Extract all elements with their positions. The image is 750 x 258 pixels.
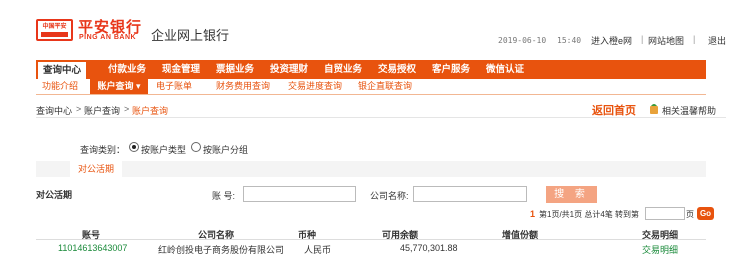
nav-free-trade[interactable]: 自贸业务: [324, 60, 362, 79]
nav-wechat-auth[interactable]: 微信认证: [486, 60, 524, 79]
nav-investment[interactable]: 投资理财: [270, 60, 308, 79]
radio-by-account-type[interactable]: [129, 142, 139, 152]
tab-corporate-current[interactable]: 对公活期: [70, 161, 122, 177]
subnav-account-query-label: 账户查询: [97, 81, 134, 91]
tab-bar: 对公活期: [36, 161, 706, 177]
search-button[interactable]: 搜 索: [546, 186, 597, 203]
subnav-progress-query[interactable]: 交易进度查询: [288, 79, 342, 94]
nav-cash-management[interactable]: 现金管理: [162, 60, 200, 79]
help-cup-icon: [650, 104, 658, 114]
help-link[interactable]: 相关温馨帮助: [662, 104, 716, 117]
breadcrumb-current: 账户查询: [132, 106, 169, 116]
table-header: 账号 公司名称 币种 可用余额 增值份额 交易明细: [36, 228, 706, 240]
nav-authorization[interactable]: 交易授权: [378, 60, 416, 79]
bank-logo-badge: 中国平安: [36, 19, 73, 41]
breadcrumb-separator: >: [124, 104, 130, 114]
sub-nav: 功能介绍 账户查询 ▾ 电子账单 财务费用查询 交易进度查询 银企直联查询: [36, 79, 706, 95]
header: 中国平安 平安银行 PING AN BANK 企业网上银行 2019-06-10…: [0, 0, 750, 58]
nav-customer-service[interactable]: 客户服务: [432, 60, 470, 79]
orange-e-link[interactable]: 进入橙e网: [591, 34, 632, 47]
header-separator: |: [693, 34, 696, 44]
logout-link[interactable]: 退出: [708, 34, 726, 47]
nav-payment[interactable]: 付款业务: [108, 60, 146, 79]
currency-cell: 人民币: [304, 245, 332, 255]
header-separator: |: [641, 34, 644, 44]
pager-current-page: 1: [530, 209, 536, 219]
company-name-cell: 红岭创投电子商务股份有限公司: [158, 245, 285, 255]
subnav-fee-query[interactable]: 财务费用查询: [216, 79, 270, 94]
bank-name-en: PING AN BANK: [79, 34, 137, 41]
header-date: 2019-06-10: [498, 36, 547, 45]
account-label: 账 号:: [212, 191, 236, 201]
breadcrumb-account-query[interactable]: 账户查询: [84, 104, 120, 117]
site-map-link[interactable]: 网站地图: [648, 34, 684, 47]
radio-by-account-group[interactable]: [191, 142, 201, 152]
subnav-direct-link-query[interactable]: 银企直联查询: [358, 79, 412, 94]
column-header-value-added: 增值份额: [502, 230, 539, 240]
back-home-link[interactable]: 返回首页: [592, 102, 636, 118]
column-header-details: 交易明细: [642, 230, 679, 240]
column-header-account: 账号: [82, 230, 101, 240]
radio-label-account-type: 按账户类型: [141, 145, 187, 155]
pager-page-label: 页: [686, 210, 694, 219]
company-name-label: 公司名称:: [370, 191, 409, 201]
subnav-intro[interactable]: 功能介绍: [42, 79, 78, 94]
nav-bills[interactable]: 票据业务: [216, 60, 254, 79]
go-button[interactable]: Go: [697, 207, 714, 220]
account-input[interactable]: [243, 186, 356, 202]
divider: [36, 117, 726, 118]
column-header-balance: 可用余额: [382, 230, 419, 240]
breadcrumb-query-center[interactable]: 查询中心: [36, 104, 72, 117]
query-type-label: 查询类别：: [80, 145, 126, 155]
section-title: 对公活期: [36, 190, 73, 200]
main-nav: 查询中心 付款业务 现金管理 票据业务 投资理财 自贸业务 交易授权 客户服务 …: [36, 60, 706, 79]
logo-badge-text: 中国平安: [42, 24, 67, 30]
breadcrumb-separator: >: [76, 104, 82, 114]
transaction-details-link[interactable]: 交易明细: [642, 243, 678, 256]
subnav-e-statement[interactable]: 电子账单: [156, 79, 192, 94]
balance-cell: 45,770,301.88: [400, 243, 458, 253]
portal-title: 企业网上银行: [151, 28, 230, 43]
header-time: 15:40: [557, 36, 582, 45]
radio-label-account-group: 按账户分组: [203, 145, 249, 155]
column-header-currency: 币种: [298, 230, 317, 240]
nav-query-center[interactable]: 查询中心: [38, 60, 86, 79]
subnav-account-query[interactable]: 账户查询 ▾: [90, 79, 148, 94]
company-name-input[interactable]: [413, 186, 527, 202]
chevron-down-icon: ▾: [136, 81, 141, 91]
logo-badge-bar: [41, 32, 68, 37]
account-number-link[interactable]: 11014613643007: [58, 243, 127, 253]
page-jump-input[interactable]: [645, 207, 685, 220]
pager-summary: 第1页/共1页 总计4笔 转到第: [539, 210, 640, 219]
column-header-company: 公司名称: [198, 230, 235, 240]
